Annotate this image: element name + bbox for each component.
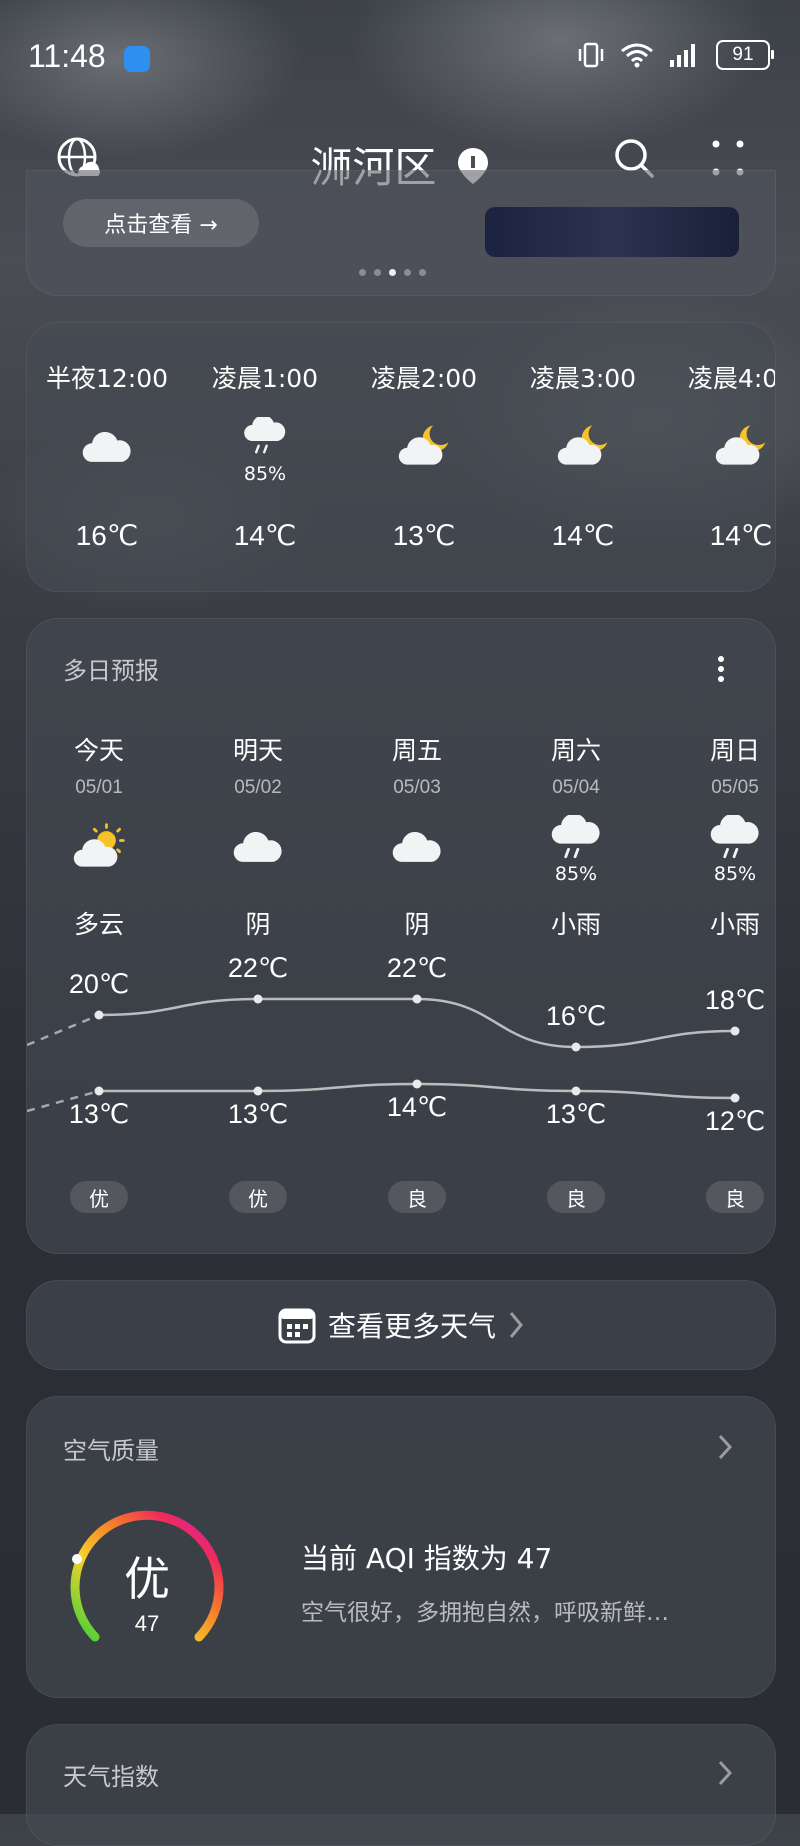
page-dot	[419, 269, 426, 276]
moon-cloud-icon	[713, 421, 769, 469]
status-time: 11:48	[28, 38, 106, 74]
hourly-forecast-card[interactable]: 半夜12:00 16℃ 凌晨1:00 85% 14℃ 凌晨2:00 13℃ 凌晨…	[26, 322, 776, 592]
daily-forecast-card[interactable]: 多日预报 今天 05/01 多云优明天 05/02 阴优周五 05/03 阴良周六 05/04…	[26, 618, 776, 1254]
calendar-icon	[278, 1308, 316, 1344]
aqi-description: 空气很好，多拥抱自然，呼吸新鲜…	[301, 1600, 669, 1626]
low-temp-label: 13℃	[545, 1099, 607, 1129]
low-temp-label: 14℃	[386, 1092, 448, 1122]
hour-temp: 13℃	[392, 520, 456, 551]
low-temp-label: 13℃	[68, 1099, 130, 1129]
high-temp-label: 22℃	[227, 953, 289, 983]
high-temp-label: 16℃	[545, 1001, 607, 1031]
more-weather-label: 查看更多天气	[327, 1310, 496, 1343]
banner-pagination	[359, 269, 426, 276]
hour-precip: 85%	[243, 463, 287, 485]
temp-point	[94, 1086, 104, 1096]
air-quality-card[interactable]: 空气质量 优 47 当前 AQI 指数为 47 空气很好，多拥抱自然，呼吸新鲜…	[26, 1396, 776, 1698]
aqi-level: 优	[124, 1552, 170, 1606]
cloudy-icon	[79, 427, 135, 467]
high-temp-label: 20℃	[68, 969, 130, 999]
temp-point	[253, 1086, 263, 1096]
hour-temp: 14℃	[709, 520, 773, 551]
page-dot	[404, 269, 411, 276]
temperature-chart	[27, 994, 740, 1113]
moon-cloud-icon	[555, 421, 611, 469]
hour-time: 凌晨4:00	[687, 364, 775, 393]
banner-image	[485, 207, 739, 257]
chevron-right-icon	[718, 1760, 733, 1786]
promo-banner[interactable]: 点击查看 →	[26, 170, 776, 296]
banner-view-button[interactable]: 点击查看 →	[63, 199, 259, 247]
temp-point	[730, 1093, 740, 1103]
low-temp-label: 13℃	[227, 1099, 289, 1129]
signal-icon	[670, 44, 695, 67]
hour-temp: 14℃	[233, 520, 297, 551]
weather-index-card[interactable]: 天气指数	[26, 1724, 776, 1846]
hour-temp: 14℃	[551, 520, 615, 551]
battery-icon: 91	[716, 40, 774, 70]
chevron-right-icon	[509, 1312, 523, 1338]
temp-point	[412, 994, 422, 1004]
app-notification-icon	[124, 46, 150, 72]
air-quality-title: 空气质量	[63, 1437, 159, 1465]
page-dot	[374, 269, 381, 276]
hour-time: 半夜12:00	[45, 364, 169, 393]
hour-temp: 16℃	[75, 520, 139, 551]
high-temp-line-past	[27, 1013, 100, 1047]
vibrate-icon	[578, 42, 604, 68]
high-temp-line	[98, 997, 736, 1049]
rain-cloud-icon	[241, 417, 289, 457]
hour-time: 凌晨1:00	[211, 364, 319, 393]
low-temp-label: 12℃	[704, 1106, 766, 1136]
hour-time: 凌晨2:00	[370, 364, 478, 393]
chevron-right-icon	[718, 1434, 733, 1460]
more-weather-button[interactable]: 查看更多天气	[26, 1280, 776, 1370]
temp-point	[730, 1026, 740, 1036]
aqi-headline: 当前 AQI 指数为 47	[301, 1542, 553, 1575]
hour-time: 凌晨3:00	[529, 364, 637, 393]
high-temp-label: 22℃	[386, 953, 448, 983]
temp-point	[571, 1042, 581, 1052]
temp-point	[253, 994, 263, 1004]
temp-point	[412, 1079, 422, 1089]
wifi-icon	[621, 43, 653, 68]
temp-point	[94, 1010, 104, 1020]
temp-point	[571, 1086, 581, 1096]
page-dot	[359, 269, 366, 276]
aqi-value: 47	[134, 1611, 160, 1636]
high-temp-label: 18℃	[704, 985, 766, 1015]
status-icons: 91	[576, 40, 774, 70]
moon-cloud-icon	[396, 421, 452, 469]
weather-index-title: 天气指数	[63, 1763, 159, 1791]
page-dot-active	[389, 269, 396, 276]
